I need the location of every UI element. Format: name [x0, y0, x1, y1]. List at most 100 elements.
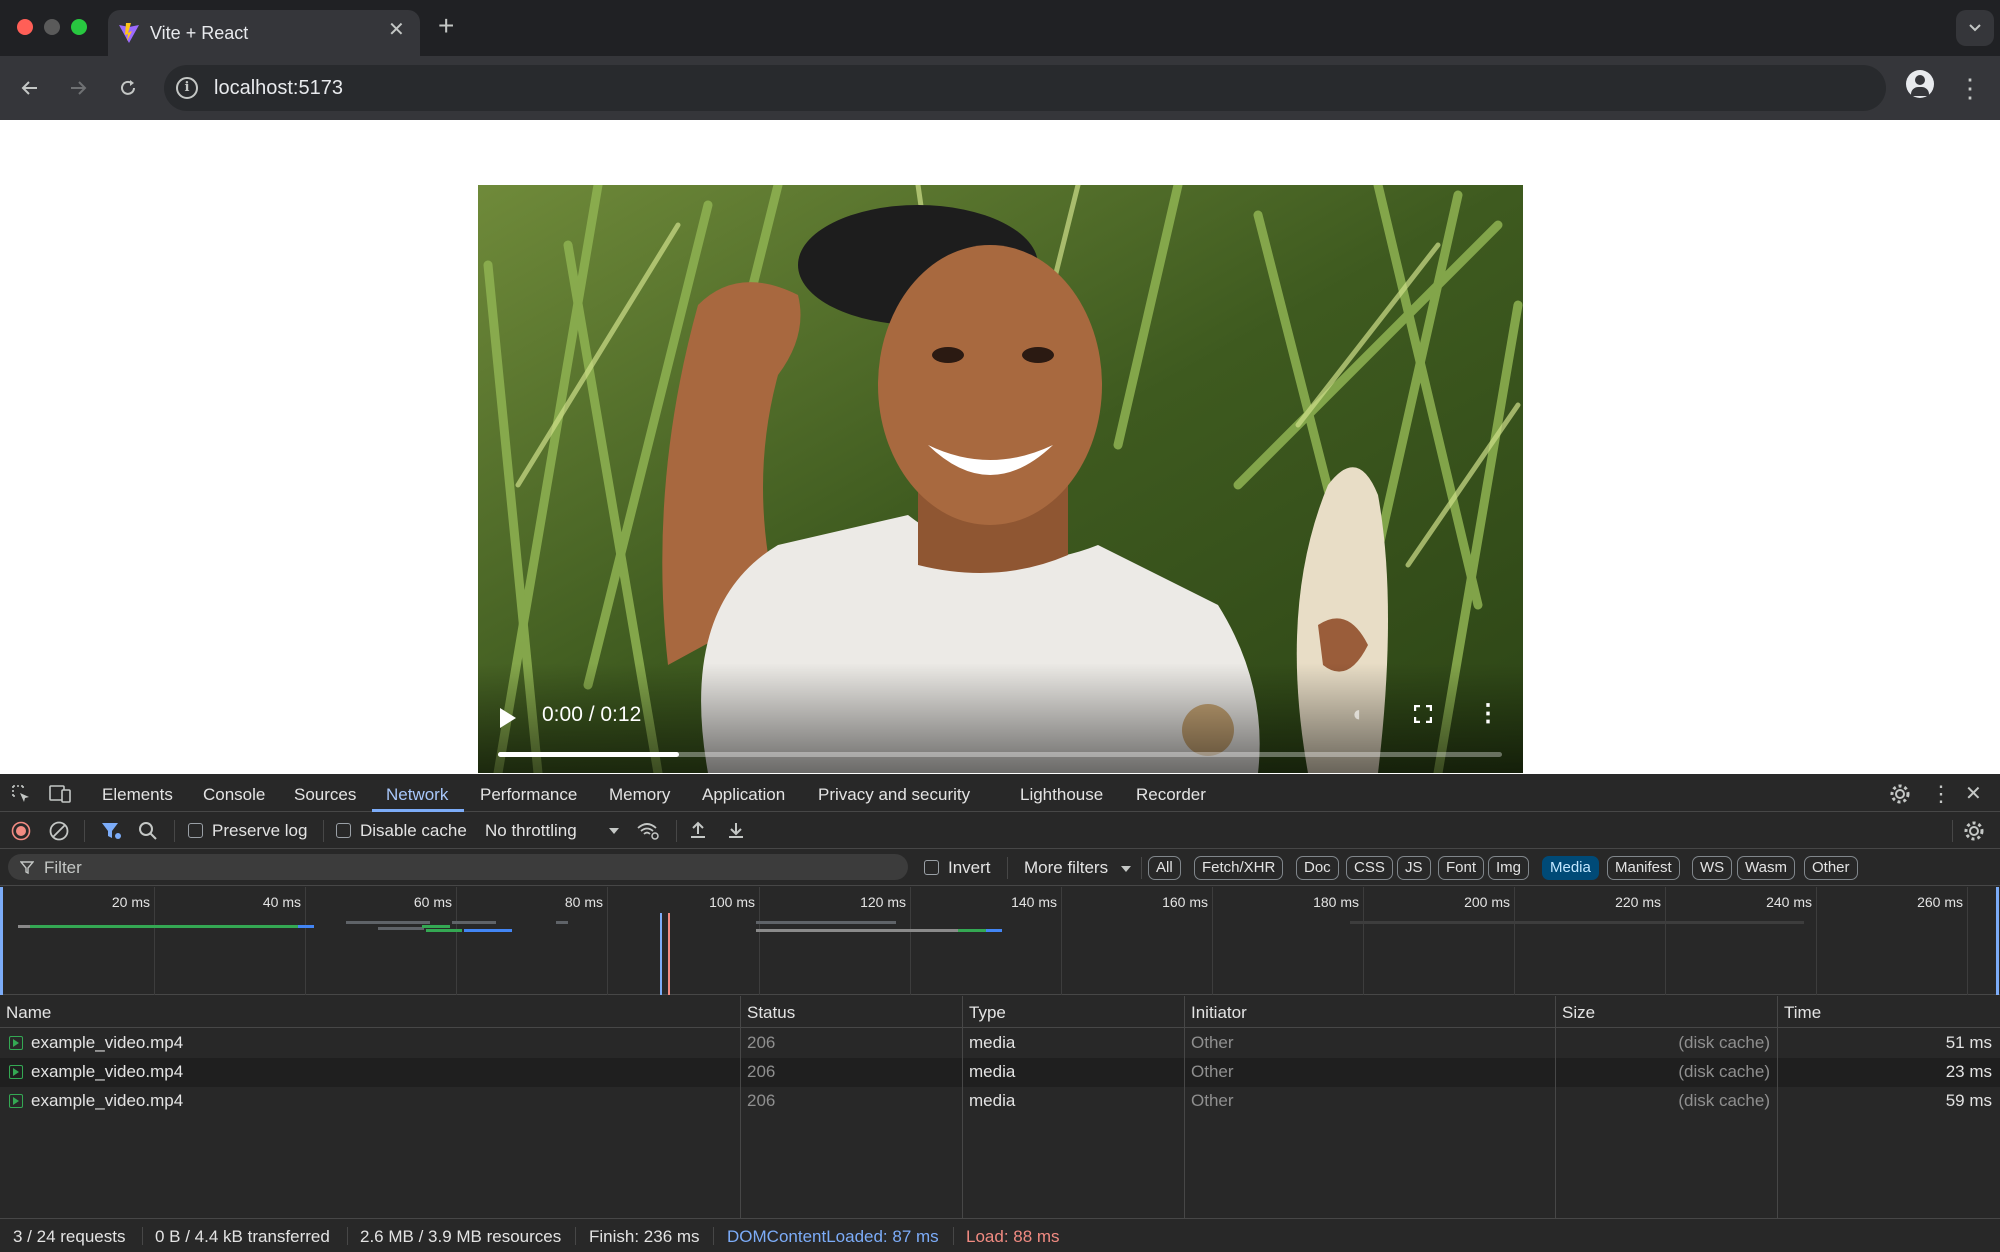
timeline-gridline [1363, 887, 1364, 995]
new-tab-button[interactable]: + [438, 12, 454, 40]
network-settings-icon[interactable] [1963, 820, 1985, 842]
settings-gear-icon[interactable] [1889, 783, 1911, 805]
overview-right-handle[interactable] [1996, 887, 1999, 995]
filter-chip-all[interactable]: All [1148, 856, 1181, 880]
fullscreen-icon[interactable] [1414, 705, 1432, 723]
tab-lighthouse[interactable]: Lighthouse [1020, 785, 1103, 805]
column-separator[interactable] [740, 996, 741, 1218]
record-stop-icon[interactable] [11, 821, 31, 841]
column-separator[interactable] [962, 996, 963, 1218]
timeline-tick-label: 260 ms [1917, 894, 1963, 910]
throttling-value: No throttling [485, 821, 577, 840]
disable-cache-checkbox[interactable] [336, 823, 351, 838]
inspect-element-icon[interactable] [11, 784, 31, 804]
more-filters-dropdown[interactable]: More filters [1024, 854, 1136, 882]
minimize-window-button[interactable] [44, 19, 60, 35]
timeline-gridline [607, 887, 608, 995]
column-header-type[interactable]: Type [969, 1003, 1006, 1023]
tab-network[interactable]: Network [386, 785, 448, 805]
cell-time: 51 ms [1945, 1033, 1992, 1052]
device-toolbar-icon[interactable] [49, 784, 71, 804]
more-options-icon[interactable]: ⋮ [1476, 699, 1500, 728]
filter-chip-manifest[interactable]: Manifest [1607, 856, 1680, 880]
waterfall-bar [756, 921, 896, 924]
filter-chip-css[interactable]: CSS [1346, 856, 1393, 880]
tab-console[interactable]: Console [203, 785, 265, 805]
filter-chip-font[interactable]: Font [1438, 856, 1485, 880]
clear-icon[interactable] [49, 821, 69, 841]
devtools-menu-icon[interactable]: ⋮ [1930, 781, 1952, 807]
table-row[interactable]: example_video.mp4 206 media Other (disk cach… [0, 1058, 2000, 1087]
throttling-select[interactable]: No throttling [485, 817, 625, 845]
volume-icon[interactable]: ◖ [1350, 701, 1363, 727]
column-separator[interactable] [1777, 996, 1778, 1218]
column-separator[interactable] [1184, 996, 1185, 1218]
active-tab-indicator [372, 809, 464, 812]
cell-time: 23 ms [1945, 1062, 1992, 1081]
tab-search-button[interactable] [1956, 10, 1994, 46]
site-info-icon[interactable]: i [176, 77, 198, 99]
tab-close-icon[interactable]: ✕ [388, 20, 405, 40]
close-devtools-icon[interactable]: ✕ [1965, 781, 1982, 806]
tab-recorder[interactable]: Recorder [1136, 785, 1206, 805]
video-player[interactable]: 0:00 / 0:12 ◖ ⋮ [478, 185, 1523, 773]
tab-sources[interactable]: Sources [294, 785, 356, 805]
filter-icon[interactable] [101, 821, 121, 841]
vite-favicon-icon [119, 23, 139, 43]
cell-type: media [969, 1091, 1016, 1110]
status-separator [347, 1227, 348, 1245]
filter-chip-doc[interactable]: Doc [1296, 856, 1339, 880]
waterfall-bar [986, 929, 1002, 932]
video-progress-bar[interactable] [498, 752, 1502, 757]
import-har-icon[interactable] [688, 820, 708, 840]
network-conditions-icon[interactable] [636, 821, 660, 841]
timeline-tick-label: 200 ms [1464, 894, 1510, 910]
close-window-button[interactable] [17, 19, 33, 35]
browser-tab[interactable]: Vite + React ✕ [108, 10, 420, 56]
filter-chip-wasm[interactable]: Wasm [1737, 856, 1795, 880]
tab-memory[interactable]: Memory [609, 785, 670, 805]
timeline-gridline [759, 887, 760, 995]
tab-application[interactable]: Application [702, 785, 785, 805]
column-header-initiator[interactable]: Initiator [1191, 1003, 1247, 1023]
filter-chip-media[interactable]: Media [1542, 856, 1599, 880]
column-header-time[interactable]: Time [1784, 1003, 1821, 1023]
invert-checkbox[interactable] [924, 860, 939, 875]
forward-button[interactable] [60, 70, 96, 106]
column-header-status[interactable]: Status [747, 1003, 795, 1023]
filter-chip-js[interactable]: JS [1397, 856, 1431, 880]
tab-elements[interactable]: Elements [102, 785, 173, 805]
toolbar-separator [1141, 857, 1142, 879]
table-row[interactable]: example_video.mp4 206 media Other (disk cach… [0, 1029, 2000, 1058]
filter-chip-other[interactable]: Other [1804, 856, 1858, 880]
tab-title: Vite + React [150, 23, 249, 43]
url-text[interactable]: localhost:5173 [214, 77, 343, 100]
finish-time: Finish: 236 ms [589, 1227, 700, 1246]
tab-performance[interactable]: Performance [480, 785, 577, 805]
waterfall-bar [1350, 921, 1804, 924]
filter-chip-ws[interactable]: WS [1692, 856, 1733, 880]
filter-chip-fetch-xhr[interactable]: Fetch/XHR [1194, 856, 1284, 880]
timeline-tick-label: 180 ms [1313, 894, 1359, 910]
column-header-name[interactable]: Name [6, 1003, 51, 1023]
maximize-window-button[interactable] [71, 19, 87, 35]
overview-left-handle[interactable] [0, 887, 3, 995]
search-icon[interactable] [138, 821, 158, 841]
tab-privacy-and-security[interactable]: Privacy and security [818, 785, 970, 805]
export-har-icon[interactable] [726, 820, 746, 840]
profile-avatar-icon[interactable] [1906, 70, 1934, 98]
table-row[interactable]: example_video.mp4 206 media Other (disk cach… [0, 1087, 2000, 1116]
reload-button[interactable] [110, 70, 146, 106]
address-bar[interactable]: i localhost:5173 ☆ [164, 65, 1886, 111]
filter-input[interactable]: Filter [8, 854, 908, 880]
cell-size: (disk cache) [1678, 1091, 1770, 1110]
cell-size: (disk cache) [1678, 1062, 1770, 1081]
preserve-log-checkbox[interactable] [188, 823, 203, 838]
filter-chip-img[interactable]: Img [1488, 856, 1530, 880]
column-separator[interactable] [1555, 996, 1556, 1218]
waterfall-bar [18, 925, 30, 928]
column-header-size[interactable]: Size [1562, 1003, 1595, 1023]
browser-menu-icon[interactable]: ⋮ [1956, 70, 1984, 106]
back-button[interactable] [12, 70, 48, 106]
play-icon[interactable] [500, 708, 516, 728]
